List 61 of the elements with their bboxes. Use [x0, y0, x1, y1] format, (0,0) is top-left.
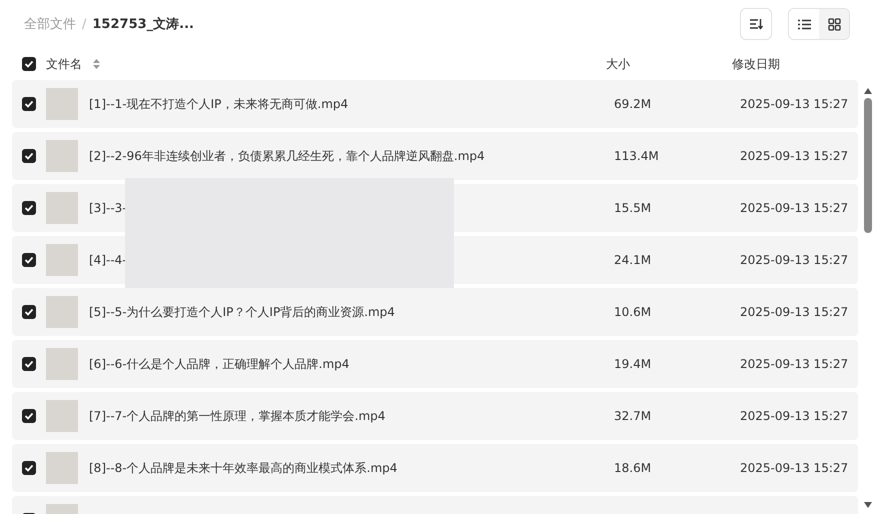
list-icon	[798, 18, 810, 30]
file-row[interactable]: [5]--5-为什么要打造个人IP？个人IP背后的商业资源.mp4 10.6M 2025-09-13 15:27	[12, 288, 858, 336]
modified-date: 2025-09-13 15:27	[740, 253, 848, 267]
checkbox[interactable]	[22, 57, 36, 71]
modified-date: 2025-09-13 15:27	[740, 357, 848, 371]
scrollbar-thumb[interactable]	[864, 98, 872, 233]
file-name: [5]--5-为什么要打造个人IP？个人IP背后的商业资源.mp4	[89, 304, 395, 320]
file-row[interactable]: [1]--1-现在不打造个人IP，未来将无商可做.mp4 69.2M 2025-09-13 15:27	[12, 80, 858, 128]
file-size: 15.5M	[614, 201, 652, 215]
video-thumbnail	[46, 296, 78, 328]
file-name: [2]--2-96年非连续创业者，负债累累几经生死，靠个人品牌逆风翻盘.mp4	[89, 148, 485, 164]
grid-icon	[828, 18, 840, 30]
file-size: 32.7M	[614, 409, 652, 423]
modified-date: 2025-09-13 15:27	[740, 201, 848, 215]
video-thumbnail	[46, 452, 78, 484]
checkbox[interactable]	[22, 357, 36, 371]
breadcrumb-separator: /	[82, 16, 86, 32]
sort-button[interactable]	[740, 8, 772, 40]
checkbox[interactable]	[22, 461, 36, 475]
scroll-down-arrow-icon[interactable]	[864, 502, 872, 508]
video-thumbnail	[46, 348, 78, 380]
modified-date: 2025-09-13 15:27	[740, 461, 848, 475]
checkbox[interactable]	[22, 305, 36, 319]
video-thumbnail	[46, 88, 78, 120]
checkbox[interactable]	[22, 149, 36, 163]
file-name: [6]--6-什么是个人品牌，正确理解个人品牌.mp4	[89, 356, 350, 372]
column-header[interactable]: 文件名	[46, 56, 82, 72]
column-header[interactable]: 大小	[606, 56, 630, 70]
file-name: [3]--3-	[89, 201, 127, 215]
sort-arrows-icon[interactable]	[93, 59, 100, 69]
checkbox[interactable]	[22, 201, 36, 215]
sort-icon	[749, 18, 763, 30]
file-size: 69.2M	[614, 97, 652, 111]
modified-date: 2025-09-13 15:27	[740, 409, 848, 423]
modified-date: 2025-09-13 15:27	[740, 149, 848, 163]
file-row[interactable]: [8]--8-个人品牌是未来十年效率最高的商业模式体系.mp4 18.6M 2025-09-13 15:27	[12, 444, 858, 492]
checkbox[interactable]	[22, 253, 36, 267]
checkbox[interactable]	[22, 97, 36, 111]
file-size: 19.4M	[614, 357, 652, 371]
file-name: [1]--1-现在不打造个人IP，未来将无商可做.mp4	[89, 96, 348, 112]
file-name: [7]--7-个人品牌的第一性原理，掌握本质才能学会.mp4	[89, 408, 386, 424]
breadcrumb-current: 152753_文涛...	[92, 16, 194, 33]
file-size: 113.4M	[614, 149, 659, 163]
column-header[interactable]: 修改日期	[732, 56, 780, 70]
file-size: 18.6M	[614, 461, 652, 475]
file-name: [8]--8-个人品牌是未来十年效率最高的商业模式体系.mp4	[89, 460, 398, 476]
file-size: 10.6M	[614, 305, 652, 319]
file-size: 24.1M	[614, 253, 652, 267]
file-row[interactable]: [6]--6-什么是个人品牌，正确理解个人品牌.mp4 19.4M 2025-09-13 15:27	[12, 340, 858, 388]
scroll-up-arrow-icon[interactable]	[864, 88, 872, 94]
checkbox[interactable]	[22, 409, 36, 423]
modified-date: 2025-09-13 15:27	[740, 97, 848, 111]
grid-view-button[interactable]	[819, 9, 849, 39]
file-row[interactable]: [7]--7-个人品牌的第一性原理，掌握本质才能学会.mp4 32.7M 2025-09-13 15:27	[12, 392, 858, 440]
video-thumbnail	[46, 400, 78, 432]
video-thumbnail	[46, 140, 78, 172]
video-thumbnail	[46, 244, 78, 276]
file-row[interactable]: [2]--2-96年非连续创业者，负债累累几经生死，靠个人品牌逆风翻盘.mp4 113.4M 2025-09-13 15:27	[12, 132, 858, 180]
file-name: [4]--4-	[89, 253, 127, 267]
video-thumbnail	[46, 192, 78, 224]
modified-date: 2025-09-13 15:27	[740, 305, 848, 319]
